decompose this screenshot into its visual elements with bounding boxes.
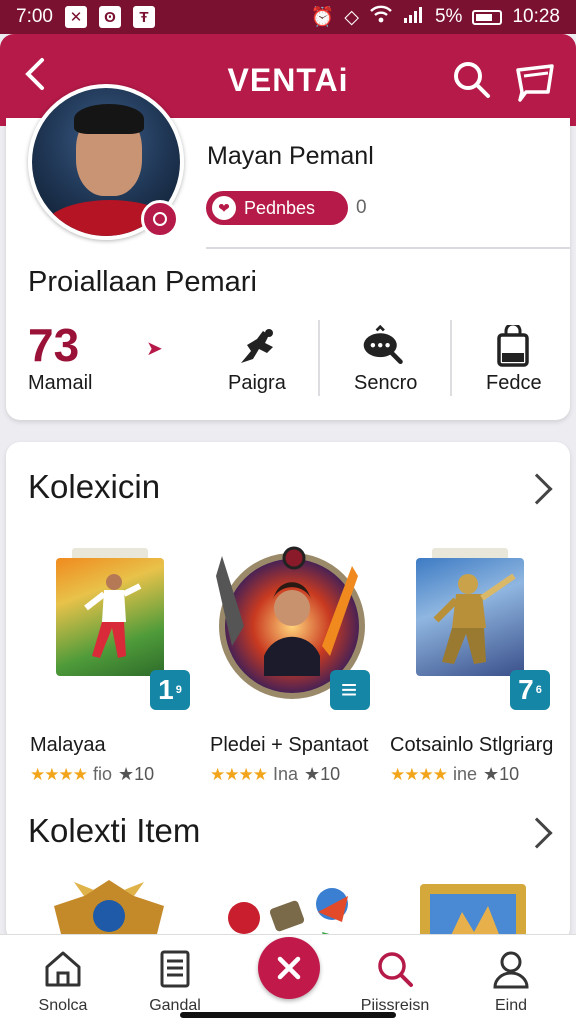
user-icon [493, 951, 529, 989]
stat-label[interactable]: Sencro [354, 372, 417, 395]
arrow-icon: ➤ [146, 338, 163, 360]
divider [450, 320, 452, 396]
battery-percent: 5% [434, 6, 463, 27]
bag-icon[interactable] [490, 324, 536, 370]
avatar-edit-icon[interactable] [141, 200, 179, 238]
count-badge: 76 [510, 670, 550, 710]
count-badge: 19 [150, 670, 190, 710]
player-name: Mayan Pemanl [207, 142, 374, 170]
stats-row: 73 ➤ Mamail Paigra Sencro Fedce [6, 320, 570, 400]
item-thumbnail[interactable] [418, 882, 528, 942]
battery-icon [472, 9, 503, 25]
alarm-icon: ⏰ [310, 7, 335, 28]
tag-label: Pednbes [244, 197, 316, 218]
x-icon: ✕ [64, 6, 87, 28]
signal-icon [403, 5, 425, 29]
item-thumbnail: 76 [376, 536, 558, 716]
item-name: Cotsainlo Stlgriarg [390, 734, 554, 756]
nav-item-search[interactable]: Piissreisn [340, 949, 450, 1015]
item-thumbnail: 19 [16, 536, 198, 716]
document-icon [160, 950, 190, 988]
collection-card: Kolexicin 19 Malayaa ★★★★ fio ★10 ≡ Pled… [6, 442, 570, 942]
close-button[interactable] [258, 937, 320, 999]
wifi-icon [369, 4, 393, 30]
close-icon [277, 956, 301, 980]
message-icon[interactable] [514, 62, 556, 102]
nav-item-profile[interactable]: Eind [456, 949, 566, 1015]
count-badge: ≡ [330, 670, 370, 710]
back-icon[interactable] [24, 56, 46, 99]
item-name: Malayaa [30, 734, 106, 756]
chevron-right-icon[interactable] [521, 473, 553, 505]
chat-search-icon[interactable] [360, 324, 406, 370]
status-bar: 7:00 ✕ ʘ Ŧ ⏰ ◇ 5% 10:28 [0, 0, 576, 34]
item-thumbnail[interactable] [44, 876, 174, 942]
item-name: Pledei + Spantaot [210, 734, 369, 756]
tag-pill[interactable]: ❤ Pednbes [206, 191, 348, 225]
notification-icon: ◇ [344, 6, 359, 28]
nav-item-home[interactable]: Snolca [8, 949, 118, 1015]
heart-icon: ❤ [212, 196, 236, 220]
collection-item[interactable]: 76 Cotsainlo Stlgriarg ★★★★ ine ★10 [376, 536, 558, 784]
home-icon [45, 951, 81, 987]
search-icon[interactable] [452, 60, 492, 100]
star-icon: ★★★★ [210, 764, 268, 784]
chevron-right-icon[interactable] [521, 817, 553, 849]
collection-items-title: Kolexti Item [28, 812, 201, 849]
item-thumbnail[interactable] [222, 882, 362, 942]
stat-count: 73 [28, 319, 80, 371]
item-rating: ★★★★ Ina ★10 [210, 764, 341, 784]
item-rating: ★★★★ ine ★10 [390, 764, 520, 784]
item-rating: ★★★★ fio ★10 [30, 764, 155, 784]
star-icon: ★★★★ [30, 764, 88, 784]
home-indicator[interactable] [180, 1012, 396, 1018]
divider [318, 320, 320, 396]
collection-title: Kolexicin [28, 468, 161, 505]
stat-label: Mamail [28, 372, 93, 394]
nav-item-document[interactable]: Gandal [120, 949, 230, 1015]
o-icon: ʘ [98, 6, 121, 28]
collection-item[interactable]: 19 Malayaa ★★★★ fio ★10 [16, 536, 198, 784]
app-title: VENTAi [227, 61, 349, 98]
divider [206, 247, 570, 249]
profile-section-title: Proiallaan Pemari [28, 266, 257, 298]
search-icon [378, 952, 413, 987]
robot-icon[interactable] [234, 324, 280, 370]
tag-count: 0 [356, 197, 367, 218]
bottom-nav: Snolca Gandal Piissreisn Eind [0, 934, 576, 1024]
collection-item[interactable]: ≡ Pledei + Spantaot ★★★★ Ina ★10 [196, 536, 378, 784]
star-icon: ★★★★ [390, 764, 448, 784]
stat-label[interactable]: Paigra [228, 372, 286, 395]
item-thumbnail: ≡ [196, 536, 378, 716]
t-icon: Ŧ [132, 6, 155, 28]
status-clock: 10:28 [512, 6, 560, 27]
status-time: 7:00 [16, 6, 53, 27]
stat-label[interactable]: Fedce [486, 372, 542, 395]
